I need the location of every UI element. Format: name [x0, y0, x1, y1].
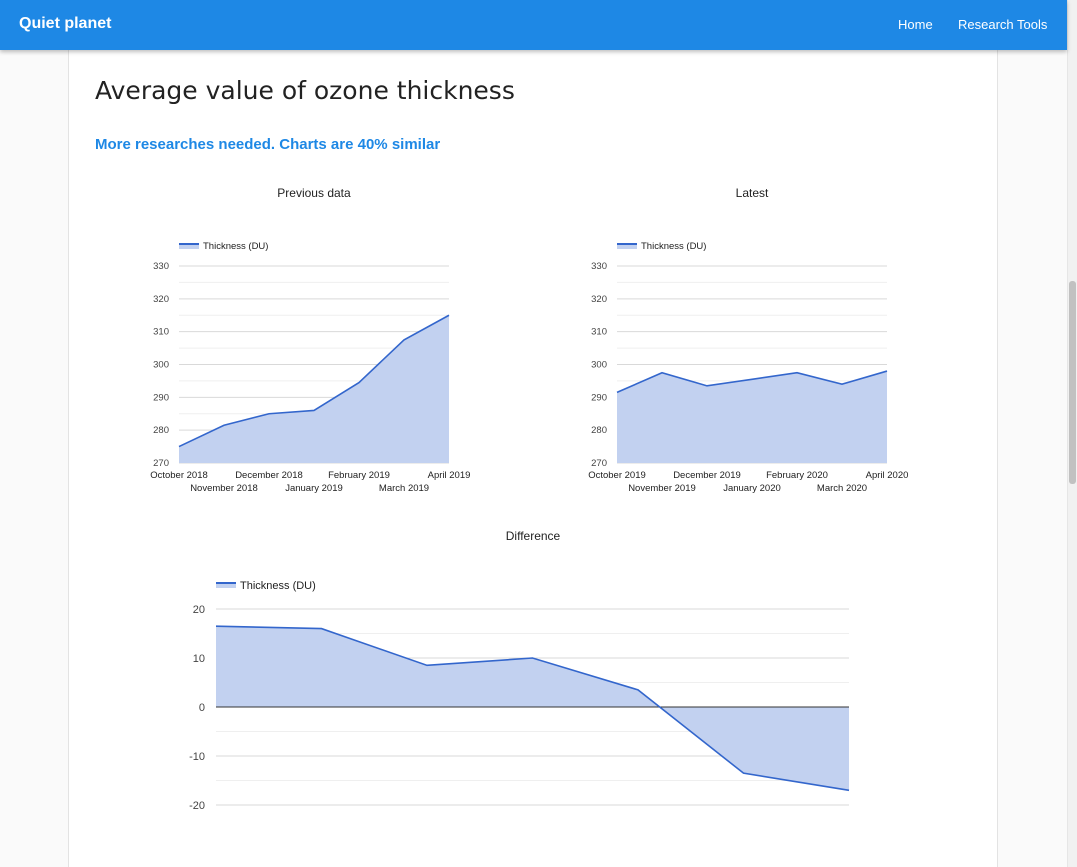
- y-tick-label-previous: 320: [153, 294, 169, 305]
- y-tick-label-latest: 270: [591, 458, 607, 469]
- x-tick-label-latest: January 2020: [723, 483, 781, 494]
- y-tick-label-latest: 280: [591, 425, 607, 436]
- chart-title-latest: Latest: [736, 186, 769, 200]
- chart-title-previous: Previous data: [277, 186, 351, 200]
- x-tick-label-latest: April 2020: [866, 470, 909, 481]
- data-point-difference: [214, 624, 218, 628]
- legend-label-latest: Thickness (DU): [641, 241, 706, 252]
- data-point-difference: [320, 627, 324, 631]
- legend-label-previous: Thickness (DU): [203, 241, 268, 252]
- data-point-previous: [222, 423, 226, 427]
- y-tick-label-previous: 290: [153, 392, 169, 403]
- data-point-latest: [885, 369, 889, 373]
- previous-data-chart: Previous data Thickness (DU) 270 280 290 300 3…: [150, 186, 909, 812]
- y-tick-label-difference: 20: [193, 604, 205, 616]
- data-point-previous: [177, 445, 181, 449]
- data-point-latest: [705, 384, 709, 388]
- data-point-difference: [742, 771, 746, 775]
- brand-logo-link[interactable]: Quiet planet: [19, 15, 111, 33]
- x-tick-label-previous: December 2018: [235, 470, 303, 481]
- legend-label-difference: Thickness (DU): [240, 580, 316, 592]
- scrollbar-thumb[interactable]: [1069, 281, 1076, 484]
- area-fill-difference: [216, 626, 849, 791]
- data-point-difference: [847, 788, 851, 792]
- data-point-previous: [447, 313, 451, 317]
- y-tick-label-latest: 320: [591, 294, 607, 305]
- y-tick-label-difference: 10: [193, 653, 205, 665]
- y-tick-label-previous: 280: [153, 425, 169, 436]
- x-tick-label-previous: April 2019: [428, 470, 471, 481]
- y-tick-label-previous: 310: [153, 327, 169, 338]
- area-fill-latest: [617, 371, 887, 463]
- data-point-latest: [750, 377, 754, 381]
- x-tick-label-latest: December 2019: [673, 470, 741, 481]
- x-tick-label-latest: October 2019: [588, 470, 646, 481]
- y-tick-label-difference: -20: [189, 800, 205, 812]
- data-point-previous: [312, 408, 316, 412]
- data-point-latest: [840, 382, 844, 386]
- x-tick-label-previous: October 2018: [150, 470, 208, 481]
- nav-home-link[interactable]: Home: [898, 17, 933, 32]
- data-point-difference: [425, 663, 429, 667]
- data-point-previous: [357, 381, 361, 385]
- y-tick-label-latest: 290: [591, 392, 607, 403]
- data-point-latest: [660, 371, 664, 375]
- y-tick-label-difference: 0: [199, 702, 205, 714]
- y-tick-label-latest: 330: [591, 261, 607, 272]
- data-point-previous: [402, 338, 406, 342]
- data-point-difference: [531, 656, 535, 660]
- y-tick-label-previous: 270: [153, 458, 169, 469]
- data-point-previous: [267, 412, 271, 416]
- x-tick-label-previous: March 2019: [379, 483, 429, 494]
- data-point-latest: [615, 390, 619, 394]
- x-tick-label-previous: November 2018: [190, 483, 258, 494]
- y-tick-label-latest: 310: [591, 327, 607, 338]
- x-tick-label-previous: January 2019: [285, 483, 343, 494]
- x-tick-label-latest: February 2020: [766, 470, 828, 481]
- y-tick-label-latest: 300: [591, 360, 607, 371]
- nav-research-tools-link[interactable]: Research Tools: [958, 17, 1047, 32]
- y-tick-label-previous: 300: [153, 360, 169, 371]
- y-tick-label-previous: 330: [153, 261, 169, 272]
- x-tick-label-previous: February 2019: [328, 470, 390, 481]
- data-point-difference: [636, 688, 640, 692]
- chart-title-difference: Difference: [506, 529, 561, 543]
- data-point-latest: [795, 371, 799, 375]
- x-tick-label-latest: March 2020: [817, 483, 867, 494]
- y-tick-label-difference: -10: [189, 751, 205, 763]
- x-tick-label-latest: November 2019: [628, 483, 696, 494]
- top-navbar: Quiet planet Home Research Tools: [0, 0, 1067, 50]
